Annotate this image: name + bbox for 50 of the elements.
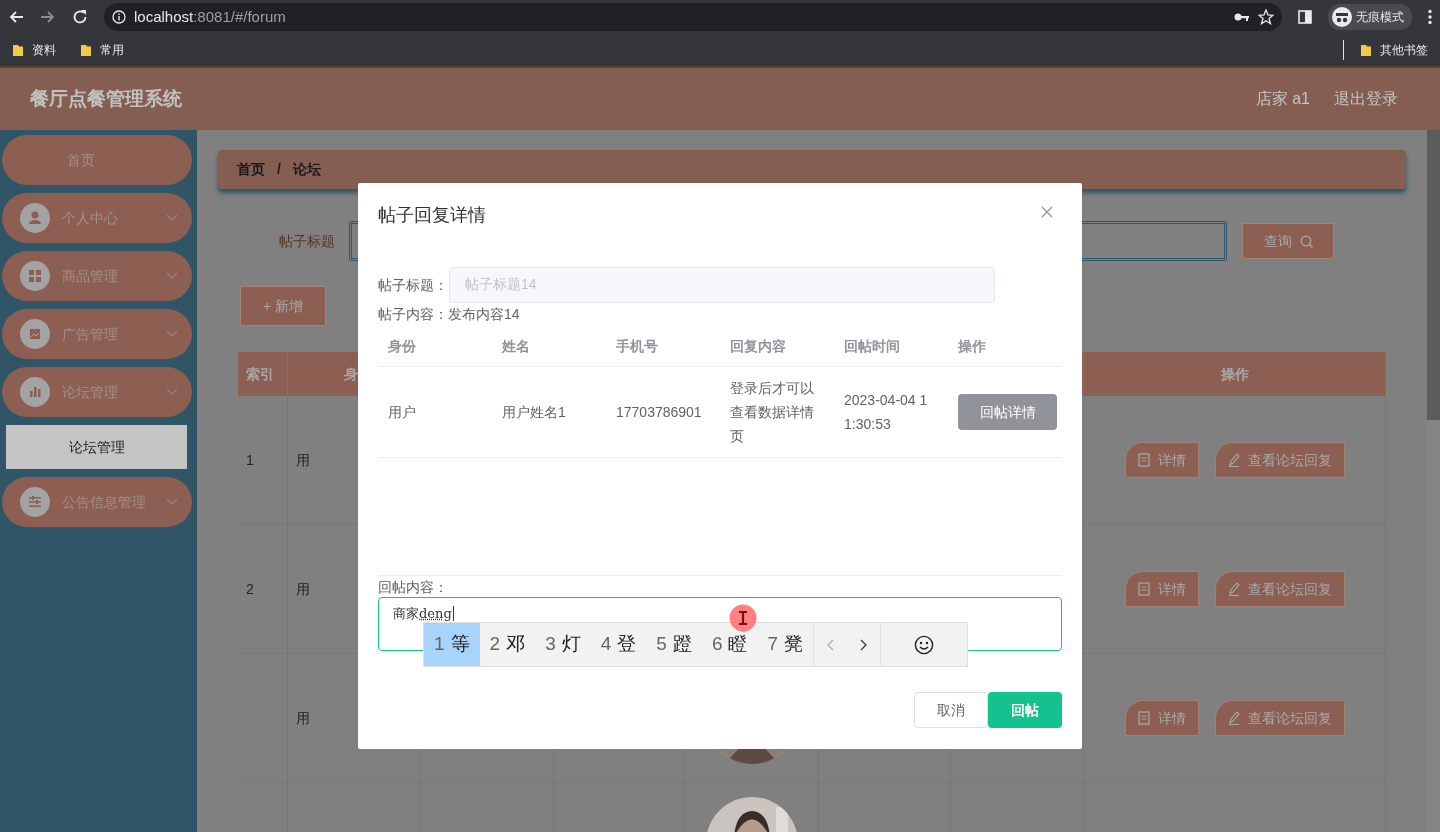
logout-link[interactable]: 退出登录 [1334,87,1398,111]
table-cell: 1 [238,396,288,525]
column-header: 操作 [1220,364,1249,384]
table-cell: 登录后才可以查看数据详情页 [730,380,814,444]
table-cell: 2 [238,525,288,654]
breadcrumb-separator: / [277,160,281,179]
column-header: 回帖时间 [844,337,900,354]
candidate-item[interactable]: 5 蹬 [646,623,702,666]
candidate-item[interactable]: 3 灯 [535,623,591,666]
reply-detail-button[interactable]: 回帖详情 [958,394,1057,430]
table-cell: 17703786901 [616,404,702,420]
field-label: 帖子标题： [378,275,449,295]
column-header: 回复内容 [730,337,786,354]
post-content-text: 帖子内容：发布内容14 [378,305,521,324]
column-header: 手机号 [616,337,658,354]
table-cell: 用户姓名1 [502,404,566,420]
detail-button[interactable]: 详情 [1124,700,1199,736]
breadcrumb-link[interactable]: 首页 [237,159,265,180]
user-name: 店家 a1 [1255,89,1310,109]
address-bar[interactable]: localhost:8081/#/forum [104,3,1282,31]
submit-button[interactable]: 回帖 [988,692,1062,728]
column-header: 操作 [958,337,986,354]
detail-button[interactable]: 详情 [1124,571,1199,607]
column-header: 身 [344,364,358,384]
search-button[interactable]: 查询 [1242,223,1334,259]
column-header: 索引 [246,364,274,384]
column-header: 姓名 [502,337,530,354]
dialog-title: 帖子回复详情 [378,204,486,227]
view-replies-button[interactable]: 查看论坛回复 [1214,700,1345,736]
submenu-item[interactable]: 论坛管理 [6,425,187,469]
candidate-item[interactable]: 4 登 [590,623,647,666]
candidate-item[interactable]: 7 凳 [757,623,814,666]
table-cell: 用户 [388,404,416,420]
candidate-item[interactable]: 1 等 [424,623,480,666]
column-header: 身份 [388,337,416,354]
table-cell: 2023-04-04 11:30:53 [844,392,928,432]
bookmark-folder[interactable]: 其他书签 [1343,40,1432,60]
breadcrumb-link[interactable]: 论坛 [292,159,321,180]
add-button[interactable]: + 新增 [240,286,326,326]
view-replies-button[interactable]: 查看论坛回复 [1214,571,1345,607]
app-title: 餐厅点餐管理系统 [30,86,182,111]
search-label: 帖子标题 [279,231,336,251]
view-replies-button[interactable]: 查看论坛回复 [1214,442,1345,478]
cancel-button[interactable]: 取消 [914,692,988,728]
detail-button[interactable]: 详情 [1124,442,1199,478]
profile-button[interactable]: 无痕模式 [1328,4,1412,30]
bookmark-item[interactable]: 资料 [8,40,60,60]
bookmark-item[interactable]: 常用 [76,40,128,60]
candidate-item[interactable]: 6 瞪 [701,623,758,666]
candidate-item[interactable]: 2 邓 [479,623,536,666]
